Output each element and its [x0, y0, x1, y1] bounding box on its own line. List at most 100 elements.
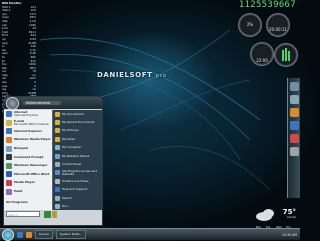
place-label: Control Panel: [62, 161, 82, 166]
program-text: Windows Media Player: [14, 138, 51, 141]
clock-gauge-label: 20:00:11: [269, 27, 287, 32]
start-program-item[interactable]: Paint: [4, 187, 52, 196]
program-title: Paint: [14, 189, 23, 194]
meter-gauge: 22:00: [250, 42, 274, 66]
start-program-item[interactable]: Internet Explorer: [4, 127, 52, 136]
signal-bars-icon: [282, 48, 290, 61]
start-place-item[interactable]: Printers and Faxes: [53, 177, 102, 185]
start-menu-places: My Documents My Recent Documents My Pictur…: [52, 110, 102, 210]
start-place-item[interactable]: Run...: [53, 202, 102, 210]
program-title: Notepad: [14, 146, 28, 151]
place-icon: [55, 195, 60, 201]
place-label: Run...: [62, 203, 71, 208]
program-text: Paint: [14, 189, 23, 194]
place-label: My Documents: [62, 111, 84, 116]
program-text: Microsoft Office Word: [14, 172, 49, 176]
ie-icon[interactable]: [289, 121, 299, 130]
start-program-item[interactable]: Notepad: [4, 144, 52, 153]
start-place-item[interactable]: My Documents: [53, 110, 102, 118]
program-text: Internet Internet Explorer: [14, 110, 39, 118]
start-place-item[interactable]: My Pictures: [53, 127, 102, 135]
place-label: My Network Places: [62, 153, 90, 158]
start-place-item[interactable]: My Network Places: [53, 152, 102, 160]
place-icon: [55, 120, 60, 126]
program-subtitle: Internet Explorer: [14, 113, 39, 118]
place-icon: [55, 170, 60, 176]
program-title: Windows Messenger: [14, 163, 48, 168]
taskbar-clock: 10:30 AM: [281, 232, 297, 237]
counter-readout: 1125539667: [238, 0, 296, 10]
bars-gauge: [274, 43, 298, 67]
folder-icon[interactable]: [289, 95, 299, 104]
start-place-item[interactable]: My Computer: [53, 144, 102, 152]
side-dock: [287, 78, 300, 198]
place-icon: [55, 187, 60, 193]
program-subtitle: Microsoft Office Outlook: [14, 121, 49, 126]
start-program-item[interactable]: Media Player: [4, 179, 52, 188]
start-program-item[interactable]: Internet Internet Explorer: [4, 110, 52, 119]
clock-gauge: 20:00:11: [266, 13, 290, 37]
cloud-icon-puff: [263, 209, 274, 218]
start-place-item[interactable]: My Recent Documents: [53, 118, 102, 126]
power-button[interactable]: [44, 211, 51, 218]
start-place-item[interactable]: My Music: [53, 135, 102, 143]
recycle-bin-icon[interactable]: [289, 147, 299, 156]
start-program-item[interactable]: Windows Messenger: [4, 162, 52, 171]
place-icon: [55, 178, 60, 184]
program-icon: [6, 154, 12, 161]
start-search-input[interactable]: Search: [6, 211, 40, 217]
start-place-item[interactable]: Control Panel: [53, 160, 102, 168]
user-avatar[interactable]: [6, 97, 19, 110]
place-label: Printers and Faxes: [62, 178, 89, 183]
program-title: Windows Media Player: [14, 137, 51, 142]
start-place-item[interactable]: Help and Support: [53, 186, 102, 194]
start-menu-header: Administrator: [4, 97, 102, 110]
program-icon: [6, 188, 12, 195]
program-title: Internet Explorer: [14, 128, 43, 133]
lock-button[interactable]: [52, 211, 57, 218]
taskbar-item[interactable]: Daniel: [35, 230, 53, 239]
program-text: Media Player: [14, 181, 35, 184]
program-text: Internet Explorer: [14, 128, 43, 133]
start-button[interactable]: [2, 228, 14, 241]
place-icon: [55, 136, 60, 142]
place-label: Help and Support: [62, 187, 88, 192]
all-programs-button[interactable]: All Programs: [6, 200, 28, 204]
program-text: Command Prompt: [14, 155, 43, 159]
place-icon: [55, 153, 60, 159]
meter-gauge-label: 22:00: [256, 58, 268, 63]
quicklaunch-ie-icon[interactable]: [17, 231, 23, 238]
temperature: 75°: [282, 208, 296, 216]
taskbar-item[interactable]: System Prefe...: [55, 230, 87, 239]
quicklaunch-firefox-icon[interactable]: [26, 231, 32, 238]
start-program-item[interactable]: E-mail Microsoft Office Outlook: [4, 119, 52, 128]
username-label: Administrator: [23, 101, 61, 105]
start-program-item[interactable]: Command Prompt: [4, 153, 52, 162]
place-label: My Recent Documents: [62, 119, 95, 124]
place-icon: [55, 145, 60, 151]
start-program-item[interactable]: Microsoft Office Word: [4, 170, 52, 179]
start-menu: Administrator Internet Internet Explorer E…: [3, 96, 103, 226]
program-text: Notepad: [14, 146, 28, 151]
cpu-gauge-label: 2%: [246, 22, 254, 27]
start-place-item[interactable]: Set Program Access and Defaults: [53, 169, 102, 177]
place-icon: [55, 203, 60, 209]
firefox-icon[interactable]: [289, 108, 299, 117]
program-icon: [6, 145, 12, 152]
place-icon: [55, 128, 60, 134]
program-title: Media Player: [14, 180, 36, 185]
program-icon: [6, 111, 12, 118]
media-icon[interactable]: [289, 134, 299, 143]
program-icon: [6, 162, 12, 169]
place-icon: [55, 111, 60, 117]
start-menu-programs: Internet Internet Explorer E-mail Microsoft…: [4, 110, 52, 210]
weather-condition: Cloudy: [287, 216, 296, 219]
start-place-item[interactable]: Search: [53, 194, 102, 202]
taskbar: Daniel System Prefe... 10:30 AM: [0, 228, 300, 241]
program-icon: [6, 171, 12, 178]
place-label: Search: [62, 195, 72, 200]
computer-icon[interactable]: [289, 82, 299, 91]
start-program-item[interactable]: Windows Media Player: [4, 136, 52, 145]
wallpaper-logo: DANIELSOFT pro: [97, 71, 167, 79]
program-icon: [6, 119, 12, 126]
